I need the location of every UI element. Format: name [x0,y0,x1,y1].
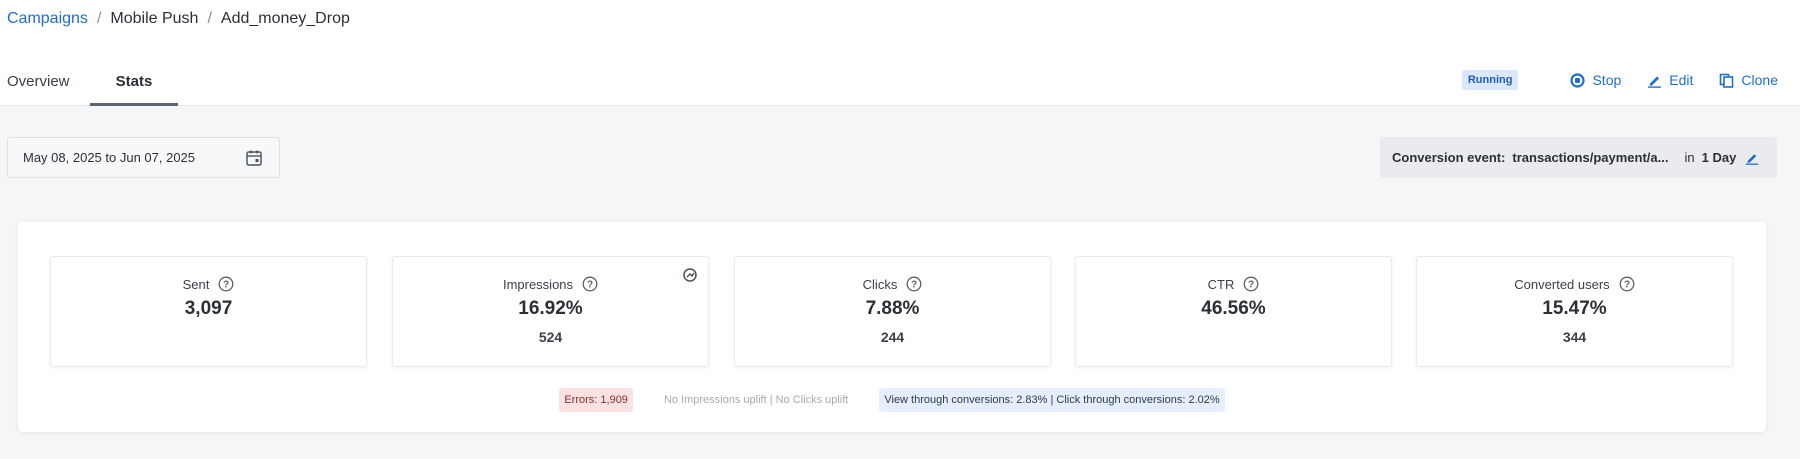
stat-label: Clicks [862,276,898,292]
calendar-icon [245,149,263,170]
tab-stats[interactable]: Stats [90,64,178,106]
stat-value: 16.92% [518,298,583,319]
campaign-actions: Running Stop Edit Clone [1461,70,1778,90]
stat-count: 244 [880,329,905,345]
conversion-window-value: 1 Day [1701,150,1737,165]
stat-value: 3,097 [184,298,233,319]
clone-button-label: Clone [1741,72,1778,88]
stats-notes: Errors: 1,909 No Impressions uplift | No… [18,388,1766,412]
stop-button-label: Stop [1592,72,1622,88]
edit-button[interactable]: Edit [1647,72,1693,88]
stat-label: Sent [182,276,210,292]
stat-value: 46.56% [1201,298,1266,319]
page-header: Campaigns / Mobile Push / Add_money_Drop… [0,0,1800,106]
breadcrumb-separator: / [96,10,102,27]
stop-button[interactable]: Stop [1570,72,1621,88]
uplift-note: No Impressions uplift | No Clicks uplift [663,394,849,406]
breadcrumb-campaigns-link[interactable]: Campaigns [7,10,88,28]
stat-card-converted-users: Converted users ? 15.47% 344 [1416,256,1733,367]
stat-card-clicks: Clicks ? 7.88% 244 [734,256,1051,367]
help-icon[interactable]: ? [1619,276,1635,292]
clone-button[interactable]: Clone [1719,72,1778,88]
breadcrumb-separator: / [207,10,212,27]
help-icon[interactable]: ? [906,276,922,292]
conversion-event-label: Conversion event: [1392,150,1506,165]
breadcrumb-mobile-push[interactable]: Mobile Push [110,10,198,28]
stat-label: Impressions [502,276,574,292]
conversions-note: View through conversions: 2.83% | Click … [879,388,1225,412]
help-icon[interactable]: ? [582,276,598,292]
breadcrumb-current-campaign: Add_money_Drop [220,10,350,27]
date-range-value: May 08, 2025 to Jun 07, 2025 [23,150,196,165]
stats-panel: Sent ? 3,097 Impressions ? 16.92% 524 Cl… [18,222,1766,432]
svg-text:?: ? [1624,280,1630,291]
conversion-window-prefix: in [1684,150,1695,165]
stat-value: 15.47% [1542,298,1607,319]
chart-refresh-icon[interactable] [682,267,698,283]
tab-bar: Overview Stats [0,64,178,106]
stat-card-ctr: CTR ? 46.56% [1075,256,1392,367]
stat-value: 7.88% [865,298,920,319]
stat-card-sent: Sent ? 3,097 [50,256,367,367]
pencil-icon [1647,73,1662,88]
conversion-event-value: transactions/payment/a... [1512,150,1669,165]
date-range-picker[interactable]: May 08, 2025 to Jun 07, 2025 [7,137,280,178]
stat-label: CTR [1207,276,1235,292]
svg-text:?: ? [911,280,917,291]
edit-button-label: Edit [1669,72,1694,88]
conversion-event-selector: Conversion event: transactions/payment/a… [1380,137,1777,178]
tab-overview[interactable]: Overview [0,64,90,106]
svg-text:?: ? [587,280,593,291]
help-icon[interactable]: ? [1243,276,1259,292]
stat-count: 524 [538,329,563,345]
breadcrumb: Campaigns / Mobile Push / Add_money_Drop [7,10,350,28]
stat-count: 344 [1562,329,1587,345]
svg-text:?: ? [223,280,229,291]
copy-icon [1719,73,1734,88]
errors-badge: Errors: 1,909 [559,388,633,412]
svg-text:?: ? [1248,280,1254,291]
stop-circle-icon [1570,72,1586,88]
status-badge: Running [1461,70,1519,90]
stat-card-impressions: Impressions ? 16.92% 524 [392,256,709,367]
help-icon[interactable]: ? [218,276,234,292]
pencil-icon[interactable] [1745,151,1759,165]
stat-label: Converted users [1514,276,1610,292]
